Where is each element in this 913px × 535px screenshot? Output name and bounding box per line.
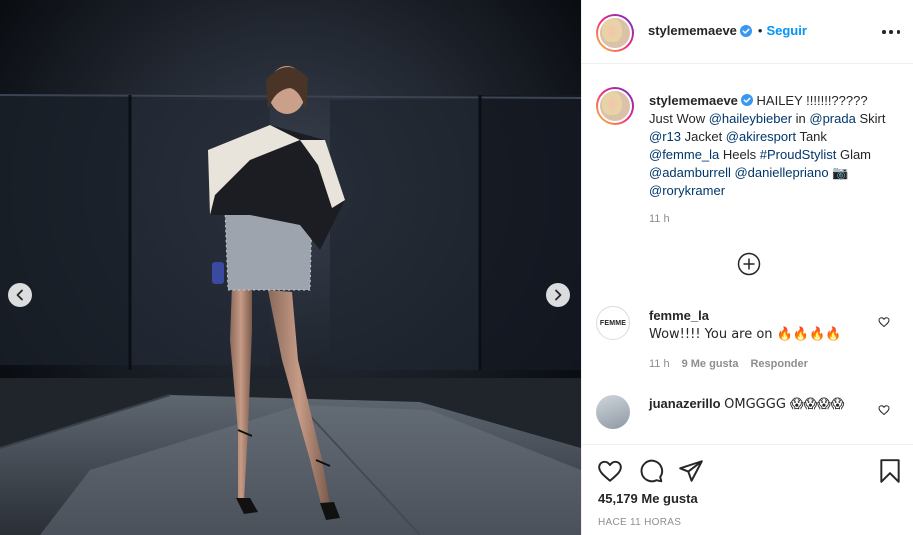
- author-info: stylememaeve • Seguir: [648, 23, 807, 38]
- verified-badge-icon: [739, 24, 752, 37]
- caption-text-segment: in: [792, 111, 810, 126]
- comment-item: juanazerillo OMGGGG 😱😱😱😱: [649, 395, 874, 414]
- femme-logo-text: FEMME: [599, 319, 627, 327]
- bookmark-icon[interactable]: [877, 458, 903, 484]
- heart-icon[interactable]: [597, 458, 623, 484]
- share-icon[interactable]: [678, 458, 704, 484]
- caption-text-segment: Jacket: [681, 129, 726, 144]
- post-caption: stylememaeve HAILEY !!!!!!!????? Just Wo…: [649, 92, 894, 200]
- caption-hashtag-link[interactable]: #ProudStylist: [760, 147, 837, 162]
- commenter-avatar[interactable]: [596, 395, 630, 429]
- caption-text: HAILEY !!!!!!!????? Just Wow @haileybieb…: [649, 93, 885, 198]
- heart-icon[interactable]: [878, 404, 890, 416]
- caption-mention-link[interactable]: @prada: [809, 111, 855, 126]
- author-avatar[interactable]: [596, 14, 634, 52]
- next-photo-button[interactable]: [546, 283, 570, 307]
- verified-badge-icon: [740, 94, 753, 106]
- post-actions: 45,179 Me gusta HACE 11 HORAS: [582, 446, 913, 535]
- caption-username[interactable]: stylememaeve: [649, 93, 738, 108]
- chevron-right-icon: [555, 289, 562, 301]
- comment-likes[interactable]: 9 Me gusta: [682, 358, 739, 370]
- comment-text: Wow!!!! You are on 🔥🔥🔥🔥: [649, 327, 842, 342]
- caption-mention-link[interactable]: @daniellepriano: [734, 165, 828, 180]
- caption-mention-link[interactable]: @r13: [649, 129, 681, 144]
- comment-text: OMGGGG 😱😱😱😱: [724, 397, 845, 412]
- caption-mention-link[interactable]: @akiresport: [726, 129, 796, 144]
- chevron-left-icon: [16, 289, 23, 301]
- author-username[interactable]: stylememaeve: [648, 23, 737, 38]
- caption-mention-link[interactable]: @adamburrell: [649, 165, 731, 180]
- post-photo[interactable]: [0, 0, 581, 535]
- comment-time[interactable]: 11 h: [649, 358, 670, 370]
- caption-text-segment: Glam: [836, 147, 872, 162]
- comment-meta: 11 h 9 Me gusta Responder: [649, 358, 808, 370]
- previous-photo-button[interactable]: [8, 283, 32, 307]
- follow-button[interactable]: Seguir: [766, 23, 806, 38]
- heart-icon[interactable]: [878, 316, 890, 328]
- caption-text-segment: Skirt: [855, 111, 886, 126]
- caption-mention-link[interactable]: @rorykramer: [649, 183, 725, 198]
- comment-item: femme_la Wow!!!! You are on 🔥🔥🔥🔥: [649, 307, 874, 344]
- comment-username[interactable]: femme_la: [649, 308, 709, 323]
- comments-list[interactable]: stylememaeve HAILEY !!!!!!!????? Just Wo…: [582, 65, 913, 445]
- caption-mention-link[interactable]: @haileybieber: [709, 111, 792, 126]
- caption-text-segment: Tank: [796, 129, 827, 144]
- comment-icon[interactable]: [638, 458, 664, 484]
- caption-text-segment: 📷: [828, 165, 849, 180]
- separator-dot: •: [757, 23, 763, 38]
- comment-username[interactable]: juanazerillo: [649, 396, 721, 411]
- commenter-avatar[interactable]: FEMME: [596, 306, 630, 340]
- more-options-icon[interactable]: [882, 24, 900, 40]
- post-timestamp[interactable]: HACE 11 HORAS: [598, 517, 681, 528]
- caption-author-avatar[interactable]: [596, 87, 634, 125]
- caption-time[interactable]: 11 h: [649, 213, 670, 225]
- reply-button[interactable]: Responder: [750, 358, 807, 370]
- photo-scene: [0, 0, 581, 535]
- plus-circle-icon[interactable]: [737, 252, 761, 276]
- likes-count[interactable]: 45,179 Me gusta: [598, 491, 698, 506]
- caption-text-segment: Heels: [719, 147, 760, 162]
- caption-mention-link[interactable]: @femme_la: [649, 147, 719, 162]
- post-header: stylememaeve • Seguir: [582, 0, 913, 64]
- post-details-panel: stylememaeve • Seguir stylememaeve HAILE…: [581, 0, 913, 535]
